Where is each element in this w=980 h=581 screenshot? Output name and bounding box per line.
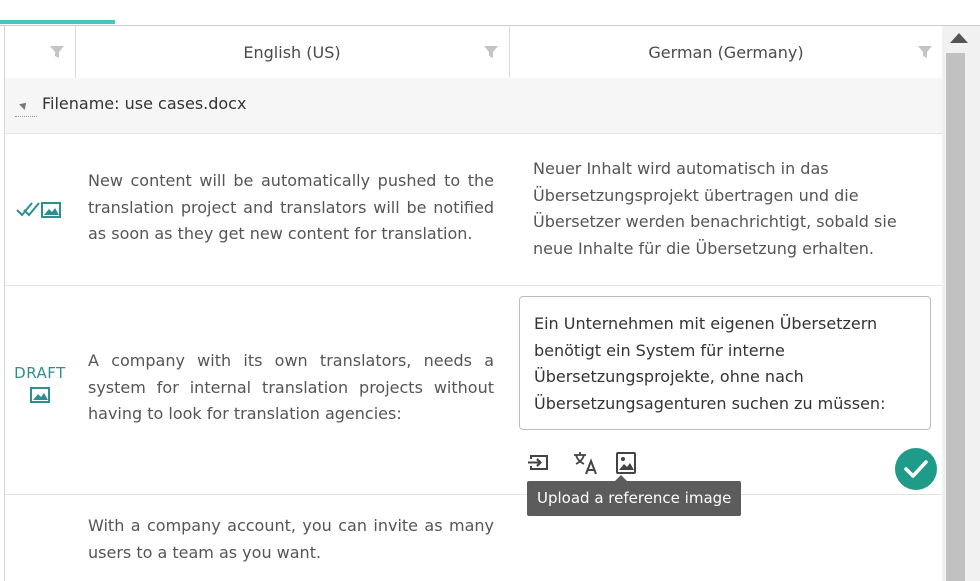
image-icon xyxy=(30,387,50,403)
double-check-image-icon xyxy=(16,202,61,218)
header-target-column: German (Germany) xyxy=(509,26,943,78)
source-language-label: English (US) xyxy=(243,42,341,62)
progress-indicator xyxy=(0,20,115,24)
segment-status: DRAFT xyxy=(5,364,75,408)
filter-icon[interactable] xyxy=(49,44,65,60)
segment-row[interactable]: New content will be automatically pushed… xyxy=(5,134,943,286)
filter-icon[interactable] xyxy=(917,44,933,60)
source-text: With a company account, you can invite a… xyxy=(88,516,494,562)
filter-icon[interactable] xyxy=(483,44,499,60)
header-status-column xyxy=(5,26,76,78)
target-text[interactable]: Neuer Inhalt wird automatisch in das Übe… xyxy=(533,156,928,262)
file-group-row[interactable]: Filename: use cases.docx xyxy=(5,78,943,134)
collapse-triangle-icon[interactable] xyxy=(19,100,29,110)
segment-status xyxy=(5,198,75,224)
translate-icon[interactable] xyxy=(573,450,599,476)
top-bar xyxy=(0,0,980,26)
source-text: A company with its own translators, need… xyxy=(88,351,494,423)
file-group-label: Filename: use cases.docx xyxy=(42,94,247,113)
grid-header: English (US) German (Germany) xyxy=(5,26,943,79)
draft-status-label: DRAFT xyxy=(14,364,66,382)
copy-source-icon[interactable] xyxy=(527,450,553,476)
segment-row[interactable]: With a company account, you can invite a… xyxy=(5,495,943,581)
source-text: New content will be automatically pushed… xyxy=(88,171,494,243)
target-language-label: German (Germany) xyxy=(648,42,804,62)
translation-grid: English (US) German (Germany) Filename: … xyxy=(4,26,943,581)
upload-image-icon[interactable] xyxy=(613,450,639,476)
confirm-segment-button[interactable] xyxy=(895,448,937,490)
scroll-up-arrow-icon[interactable] xyxy=(950,33,968,43)
target-editor[interactable]: Ein Unternehmen mit eigenen Übersetzern … xyxy=(519,296,931,430)
scrollbar-thumb[interactable] xyxy=(946,53,965,581)
confirm-check-icon xyxy=(904,460,928,478)
group-underline xyxy=(15,116,37,117)
upload-image-tooltip: Upload a reference image xyxy=(527,475,742,516)
header-source-column: English (US) xyxy=(75,26,510,78)
